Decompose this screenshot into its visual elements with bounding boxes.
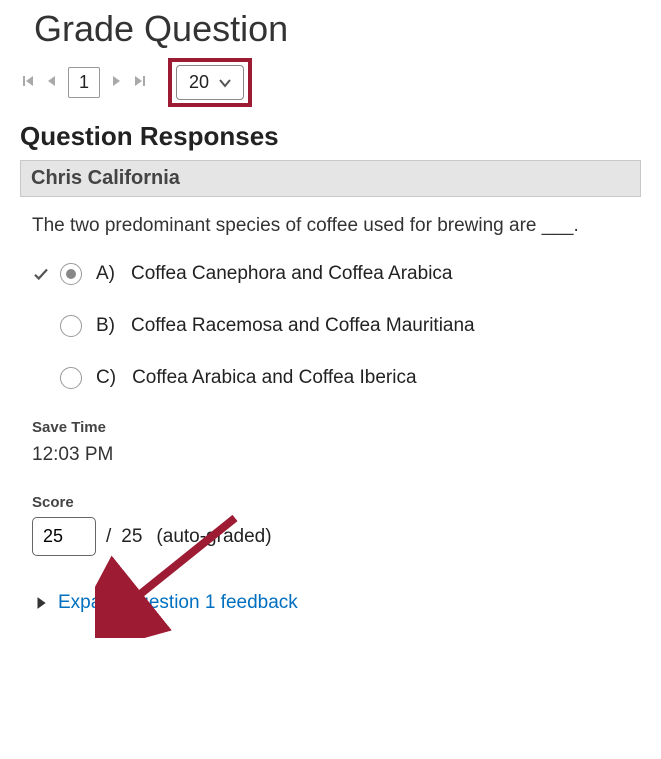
score-input[interactable] — [32, 517, 96, 556]
check-icon — [32, 264, 50, 284]
save-time-value: 12:03 PM — [32, 444, 629, 466]
choice-a-letter: A) — [96, 263, 115, 285]
expand-feedback-label: Expand question 1 feedback — [58, 592, 298, 614]
last-page-icon[interactable] — [130, 74, 148, 91]
question-text: The two predominant species of coffee us… — [32, 215, 629, 237]
first-page-icon[interactable] — [20, 74, 38, 91]
score-slash: / — [106, 526, 111, 548]
pager: 1 20 — [20, 58, 641, 107]
next-page-icon[interactable] — [108, 74, 124, 91]
per-page-select[interactable]: 20 — [176, 65, 244, 100]
per-page-highlight: 20 — [168, 58, 252, 107]
choice-b-text: Coffea Racemosa and Coffea Mauritiana — [131, 315, 475, 337]
choice-a: A) Coffea Canephora and Coffea Arabica — [32, 263, 629, 285]
choice-b: B) Coffea Racemosa and Coffea Mauritiana — [32, 315, 629, 337]
radio-b[interactable] — [60, 315, 82, 337]
prev-page-icon[interactable] — [44, 74, 60, 91]
choice-c-letter: C) — [96, 367, 116, 389]
score-suffix: (auto-graded) — [156, 526, 271, 548]
section-title: Question Responses — [20, 121, 641, 152]
score-row: / 25 (auto-graded) — [32, 517, 629, 556]
radio-c[interactable] — [60, 367, 82, 389]
save-time-label: Save Time — [32, 419, 629, 436]
choice-c: C) Coffea Arabica and Coffea Iberica — [32, 367, 629, 389]
score-label: Score — [32, 494, 629, 511]
student-name-bar: Chris California — [20, 160, 641, 197]
current-page-input[interactable]: 1 — [68, 67, 100, 98]
page-title: Grade Question — [34, 8, 641, 50]
caret-right-icon — [34, 596, 48, 610]
choice-a-text: Coffea Canephora and Coffea Arabica — [131, 263, 452, 285]
choice-c-text: Coffea Arabica and Coffea Iberica — [132, 367, 417, 389]
per-page-value: 20 — [189, 72, 209, 93]
choice-b-letter: B) — [96, 315, 115, 337]
radio-a[interactable] — [60, 263, 82, 285]
expand-feedback-button[interactable]: Expand question 1 feedback — [32, 592, 629, 614]
chevron-down-icon — [219, 77, 231, 89]
score-max: 25 — [121, 526, 142, 548]
